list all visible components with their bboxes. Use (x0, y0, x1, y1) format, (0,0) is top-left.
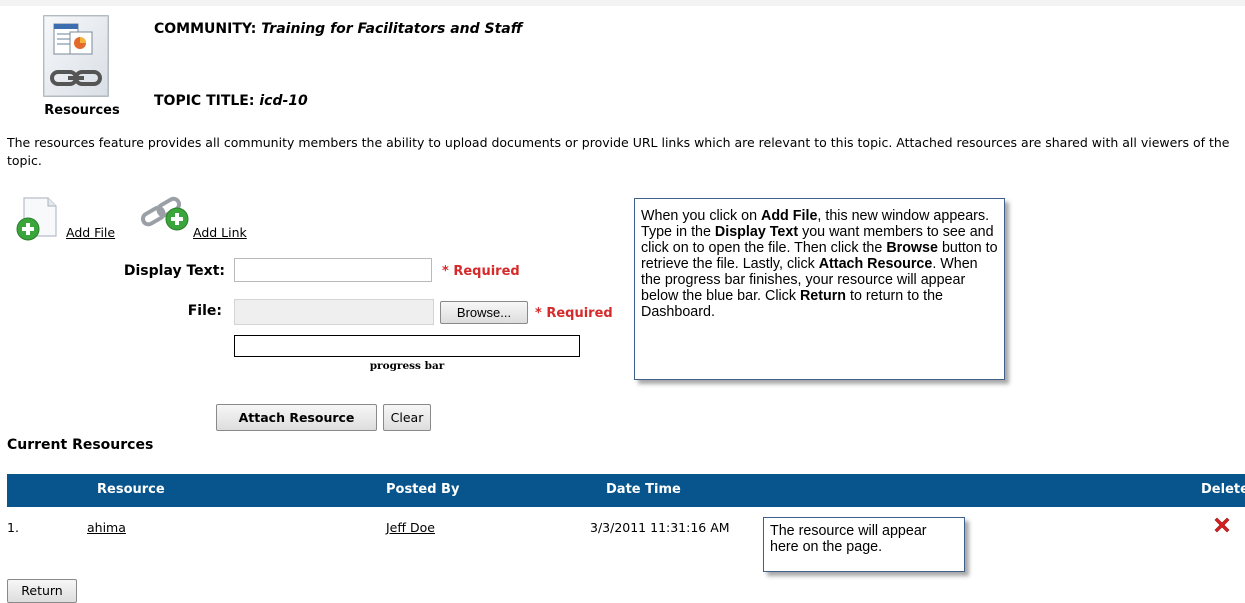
community-name: Training for Facilitators and Staff (261, 21, 523, 37)
topic-prefix: TOPIC TITLE: (154, 93, 255, 109)
callout-text: When you click on (641, 208, 761, 224)
browse-button[interactable]: Browse... (440, 301, 528, 324)
upload-progress-bar (234, 335, 580, 357)
topic-name: icd-10 (259, 93, 308, 109)
column-date-time: Date Time (606, 482, 681, 497)
add-file-icon[interactable] (14, 196, 66, 242)
display-text-input[interactable] (234, 258, 432, 282)
column-posted-by: Posted By (386, 482, 460, 497)
attach-resource-button[interactable]: Attach Resource (216, 404, 377, 431)
resource-callout: The resource will appear here on the pag… (763, 517, 965, 572)
resources-table-header: Resource Posted By Date Time Delete (7, 474, 1245, 507)
callout-bold: Display Text (714, 224, 799, 240)
table-row: 1. ahima Jeff Doe 3/3/2011 11:31:16 AM (7, 507, 1245, 557)
current-resources-title: Current Resources (7, 437, 154, 453)
community-prefix: COMMUNITY: (154, 21, 257, 37)
add-file-callout: When you click on Add File, this new win… (634, 198, 1005, 380)
callout-bold: Attach Resource (818, 256, 933, 272)
intro-text: The resources feature provides all commu… (7, 135, 1230, 168)
add-link-link[interactable]: Add Link (193, 225, 247, 240)
row-date-time: 3/3/2011 11:31:16 AM (590, 520, 730, 535)
column-resource: Resource (97, 482, 165, 497)
callout-bold: Browse (886, 240, 938, 256)
add-file-link[interactable]: Add File (66, 225, 115, 240)
resource-link[interactable]: ahima (87, 520, 126, 535)
progress-bar-label: progress bar (369, 360, 445, 372)
add-link-icon[interactable] (137, 193, 193, 233)
delete-x-icon[interactable] (1212, 515, 1232, 535)
resources-chain-icon (43, 15, 109, 97)
row-index: 1. (7, 520, 19, 535)
top-band (0, 0, 1245, 6)
callout-bold: Return (799, 288, 847, 304)
topic-title: TOPIC TITLE: icd-10 (154, 93, 308, 109)
file-label: File: (187, 303, 222, 319)
resources-label: Resources (44, 103, 120, 118)
callout-bold: Add File (761, 208, 818, 224)
community-title: COMMUNITY: Training for Facilitators and… (154, 21, 522, 37)
return-button[interactable]: Return (7, 579, 77, 603)
file-path-input[interactable] (234, 299, 434, 325)
column-delete: Delete (1201, 482, 1245, 497)
posted-by-link[interactable]: Jeff Doe (386, 520, 435, 535)
display-text-label: Display Text: (123, 263, 225, 279)
file-required: * Required (535, 306, 613, 321)
display-text-required: * Required (442, 264, 520, 279)
clear-button[interactable]: Clear (383, 404, 431, 431)
